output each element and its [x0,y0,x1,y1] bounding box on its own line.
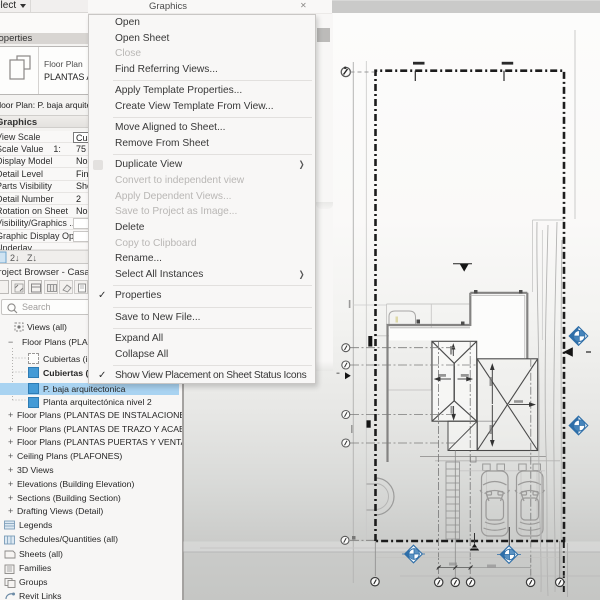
svg-text:Z↓: Z↓ [27,253,37,263]
svg-text:2↓: 2↓ [10,253,20,263]
